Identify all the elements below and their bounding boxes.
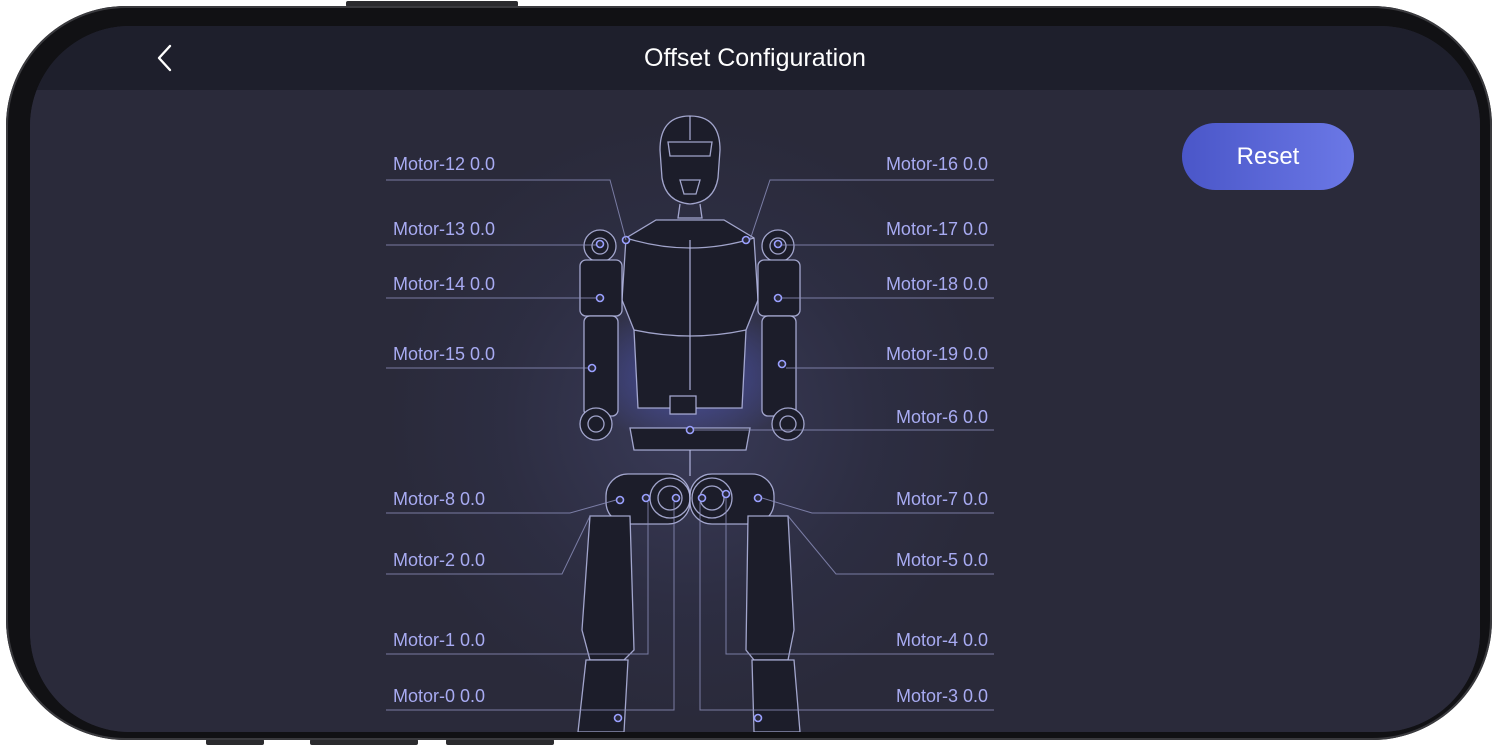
motor-label-5[interactable]: Motor-5 0.0 (896, 549, 988, 571)
motor-label-3[interactable]: Motor-3 0.0 (896, 685, 988, 707)
motor-label-8[interactable]: Motor-8 0.0 (393, 488, 485, 510)
motor-label-0[interactable]: Motor-0 0.0 (393, 685, 485, 707)
motor-label-18[interactable]: Motor-18 0.0 (886, 273, 988, 295)
robot-diagram-area: Motor-12 0.0 Motor-13 0.0 Motor-14 0.0 M… (30, 90, 1480, 732)
page-title: Offset Configuration (644, 44, 866, 72)
motor-label-16[interactable]: Motor-16 0.0 (886, 153, 988, 175)
motor-label-4[interactable]: Motor-4 0.0 (896, 629, 988, 651)
motor-label-1[interactable]: Motor-1 0.0 (393, 629, 485, 651)
reset-button[interactable]: Reset (1182, 123, 1354, 190)
motor-label-14[interactable]: Motor-14 0.0 (393, 273, 495, 295)
motor-label-19[interactable]: Motor-19 0.0 (886, 343, 988, 365)
navigation-bar: Offset Configuration (30, 26, 1480, 90)
device-frame: Offset Configuration Motor-12 0.0 Motor-… (6, 6, 1492, 740)
motor-label-13[interactable]: Motor-13 0.0 (393, 218, 495, 240)
motor-label-15[interactable]: Motor-15 0.0 (393, 343, 495, 365)
motor-label-2[interactable]: Motor-2 0.0 (393, 549, 485, 571)
motor-label-17[interactable]: Motor-17 0.0 (886, 218, 988, 240)
motor-label-7[interactable]: Motor-7 0.0 (896, 488, 988, 510)
motor-label-6[interactable]: Motor-6 0.0 (896, 406, 988, 428)
app-screen: Offset Configuration Motor-12 0.0 Motor-… (30, 26, 1480, 732)
motor-label-12[interactable]: Motor-12 0.0 (393, 153, 495, 175)
